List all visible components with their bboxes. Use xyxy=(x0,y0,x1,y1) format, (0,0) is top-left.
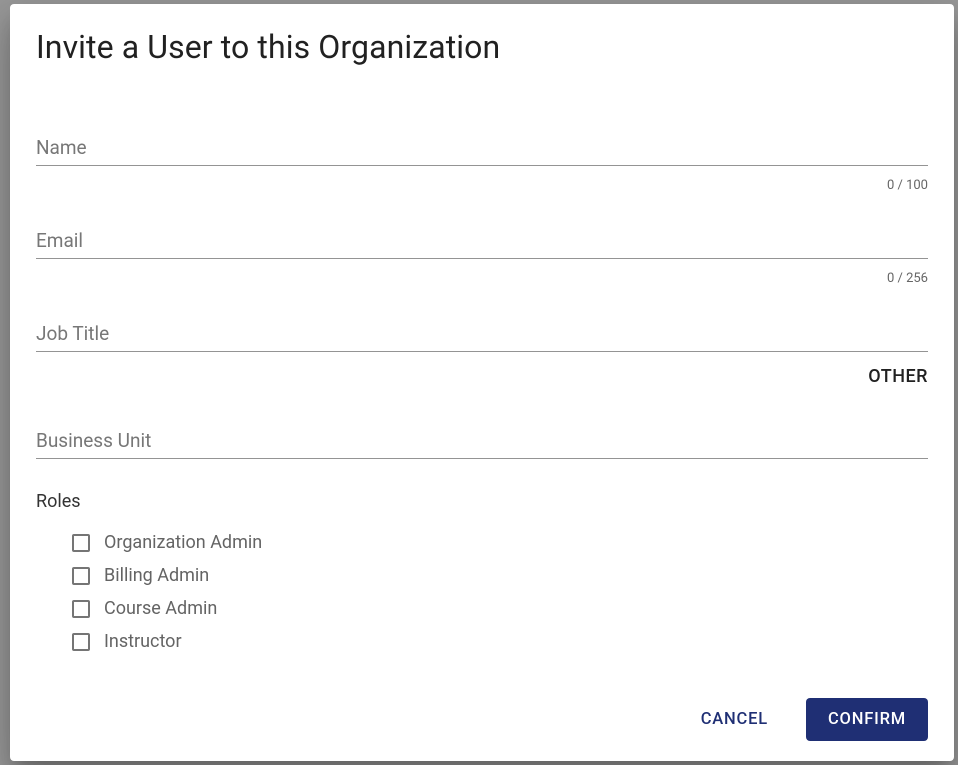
confirm-button[interactable]: CONFIRM xyxy=(806,698,928,741)
role-item-billing-admin[interactable]: Billing Admin xyxy=(72,565,928,586)
name-counter: 0 / 100 xyxy=(36,178,928,193)
role-item-instructor[interactable]: Instructor xyxy=(72,631,928,652)
cancel-button[interactable]: CANCEL xyxy=(681,700,788,739)
checkbox-icon xyxy=(72,600,90,618)
role-label: Organization Admin xyxy=(104,532,262,553)
job-title-field xyxy=(36,316,928,352)
role-label: Course Admin xyxy=(104,598,217,619)
modal-actions: CANCEL CONFIRM xyxy=(36,678,928,741)
email-input[interactable] xyxy=(36,223,928,259)
other-button[interactable]: OTHER xyxy=(36,366,928,387)
checkbox-icon xyxy=(72,567,90,585)
checkbox-icon xyxy=(72,534,90,552)
roles-heading: Roles xyxy=(36,491,928,512)
role-label: Instructor xyxy=(104,631,182,652)
business-unit-input[interactable] xyxy=(36,423,928,459)
email-counter: 0 / 256 xyxy=(36,271,928,286)
roles-list: Organization Admin Billing Admin Course … xyxy=(36,532,928,664)
name-input[interactable] xyxy=(36,130,928,166)
role-label: Billing Admin xyxy=(104,565,209,586)
invite-user-modal: Invite a User to this Organization 0 / 1… xyxy=(10,4,954,761)
role-item-course-admin[interactable]: Course Admin xyxy=(72,598,928,619)
email-field xyxy=(36,223,928,259)
name-field xyxy=(36,130,928,166)
job-title-input[interactable] xyxy=(36,316,928,352)
checkbox-icon xyxy=(72,633,90,651)
role-item-organization-admin[interactable]: Organization Admin xyxy=(72,532,928,553)
business-unit-field xyxy=(36,423,928,459)
modal-title: Invite a User to this Organization xyxy=(36,28,928,66)
